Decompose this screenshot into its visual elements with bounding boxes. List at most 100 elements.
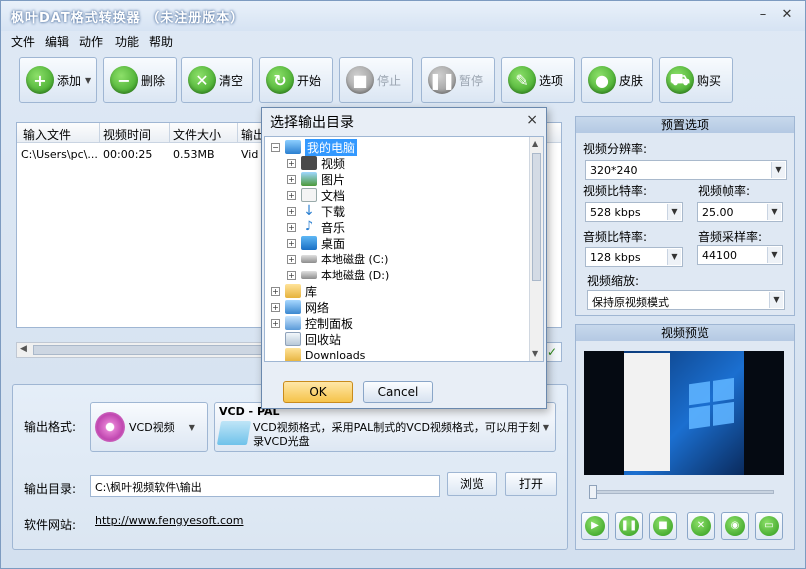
clear-button[interactable]: ✕ 清空 <box>181 57 253 103</box>
pause-icon: ❚❚ <box>619 516 639 536</box>
expand-icon[interactable]: + <box>287 238 296 248</box>
resolution-select[interactable]: 320*240 ▼ <box>585 160 787 180</box>
col-duration[interactable]: 视频时间 <box>103 126 151 143</box>
browse-button[interactable]: 浏览 <box>447 472 497 496</box>
audio-bitrate-select[interactable]: 128 kbps ▼ <box>585 247 683 267</box>
scale-select[interactable]: 保持原视频模式 ▼ <box>587 290 785 310</box>
menu-help[interactable]: 帮助 <box>149 33 173 50</box>
stop-preview-button[interactable]: ■ <box>649 512 677 540</box>
tree-node-control-panel[interactable]: + 控制面板 <box>271 315 353 331</box>
skin-button[interactable]: ● 皮肤 <box>581 57 653 103</box>
expand-icon[interactable]: + <box>287 158 296 168</box>
scale-label: 视频缩放: <box>587 274 640 288</box>
scroll-up-icon[interactable]: ▲ <box>532 139 538 148</box>
expand-icon[interactable]: + <box>287 174 296 184</box>
menu-file[interactable]: 文件 <box>11 33 35 50</box>
menu-action[interactable]: 动作 <box>79 33 103 50</box>
expand-icon[interactable]: + <box>287 190 296 200</box>
play-button[interactable]: ▶ <box>581 512 609 540</box>
collapse-icon[interactable]: − <box>271 142 280 152</box>
tree-node-drive-c[interactable]: + 本地磁盘 (C:) <box>287 251 388 267</box>
col-input-file[interactable]: 输入文件 <box>23 126 71 143</box>
tree-scroll-thumb[interactable] <box>532 153 541 281</box>
scroll-left-icon[interactable]: ◀ <box>20 344 27 354</box>
pause-button[interactable]: ❚❚ 暂停 <box>421 57 495 103</box>
video-bitrate-select[interactable]: 528 kbps ▼ <box>585 202 683 222</box>
sample-rate-value: 44100 <box>702 249 737 262</box>
cancel-button[interactable]: Cancel <box>363 381 433 403</box>
play-icon: ▶ <box>585 516 605 536</box>
tree-node-libraries[interactable]: + 库 <box>271 283 317 299</box>
snapshot-button[interactable]: ◉ <box>721 512 749 540</box>
cell-file[interactable]: C:\Users\pc\... <box>21 148 98 161</box>
tree-node-label: 库 <box>305 284 318 299</box>
ok-button[interactable]: OK <box>283 381 353 403</box>
tree-node-label: 音乐 <box>321 220 346 235</box>
tree-node-pictures[interactable]: + 图片 <box>287 171 345 187</box>
expand-icon[interactable]: + <box>271 286 280 296</box>
tree-vertical-scrollbar[interactable]: ▲ ▼ <box>529 137 543 361</box>
folder-button[interactable]: ▭ <box>755 512 783 540</box>
seek-knob[interactable] <box>589 485 597 499</box>
tree-node-documents[interactable]: + 文档 <box>287 187 345 203</box>
chevron-down-icon: ▼ <box>767 204 781 220</box>
tree-node-videos[interactable]: + 视频 <box>287 155 345 171</box>
seek-slider[interactable] <box>589 485 774 499</box>
scroll-down-icon[interactable]: ▼ <box>532 349 538 358</box>
delete-button[interactable]: − 删除 <box>103 57 177 103</box>
folder-tree[interactable]: − 我的电脑 + 视频 + 图片 + 文档 + ↓ 下载 + ♪ 音乐 + 桌面… <box>264 136 544 362</box>
menu-edit[interactable]: 编辑 <box>45 33 69 50</box>
fps-select[interactable]: 25.00 ▼ <box>697 202 783 222</box>
chevron-down-icon: ▼ <box>767 247 781 263</box>
output-dir-input[interactable]: C:\枫叶视频软件\输出 <box>90 475 440 497</box>
windows-logo-icon <box>689 377 735 430</box>
add-label: 添加 <box>57 73 82 88</box>
dropdown-arrow-icon[interactable]: ▼ <box>85 76 91 85</box>
tree-node-label: 下载 <box>321 204 346 219</box>
expand-icon[interactable]: + <box>287 270 296 280</box>
minimize-icon[interactable]: – <box>753 5 773 25</box>
start-button[interactable]: ↻ 开始 <box>259 57 333 103</box>
computer-icon <box>285 140 301 154</box>
menu-function[interactable]: 功能 <box>115 33 139 50</box>
expand-icon[interactable]: + <box>271 302 280 312</box>
video-bitrate-value: 528 kbps <box>590 206 641 219</box>
sample-rate-select[interactable]: 44100 ▼ <box>697 245 783 265</box>
cell-duration[interactable]: 00:00:25 <box>103 148 152 161</box>
format-description-select[interactable]: VCD - PAL VCD视频格式，采用PAL制式的VCD视频格式，可以用于刻录… <box>214 402 556 452</box>
buy-button[interactable]: ⛟ 购买 <box>659 57 733 103</box>
cell-size[interactable]: 0.53MB <box>173 148 215 161</box>
add-button[interactable]: + 添加 ▼ <box>19 57 97 103</box>
mute-button[interactable]: ✕ <box>687 512 715 540</box>
tools-icon: ✎ <box>508 66 536 94</box>
tree-node-computer[interactable]: − 我的电脑 <box>271 138 358 156</box>
col-divider <box>169 123 170 143</box>
close-icon[interactable]: × <box>526 112 538 128</box>
cell-output[interactable]: Vid <box>241 148 258 161</box>
expand-icon[interactable]: + <box>271 318 280 328</box>
recycle-bin-icon <box>285 332 301 346</box>
disc-icon <box>95 412 125 442</box>
tree-node-network[interactable]: + 网络 <box>271 299 329 315</box>
tree-node-recycle-bin[interactable]: 回收站 <box>285 331 341 347</box>
options-button[interactable]: ✎ 选项 <box>501 57 575 103</box>
video-bitrate-label: 视频比特率: <box>583 184 648 198</box>
pause-preview-button[interactable]: ❚❚ <box>615 512 643 540</box>
output-format-select[interactable]: VCD视频 ▼ <box>90 402 208 452</box>
col-size[interactable]: 文件大小 <box>173 126 221 143</box>
close-icon[interactable]: ✕ <box>777 5 797 25</box>
tree-node-label: 视频 <box>321 156 346 171</box>
chevron-down-icon: ▼ <box>667 204 681 220</box>
tree-node-desktop[interactable]: + 桌面 <box>287 235 345 251</box>
tree-node-music[interactable]: + ♪ 音乐 <box>287 219 345 235</box>
tree-node-downloads[interactable]: + ↓ 下载 <box>287 203 345 219</box>
expand-icon[interactable]: + <box>287 254 296 264</box>
stop-icon: ■ <box>346 66 374 94</box>
expand-icon[interactable]: + <box>287 222 296 232</box>
tree-node-drive-d[interactable]: + 本地磁盘 (D:) <box>287 267 389 283</box>
stop-button[interactable]: ■ 停止 <box>339 57 413 103</box>
website-link[interactable]: http://www.fengyesoft.com <box>95 514 244 527</box>
tree-node-downloads-folder[interactable]: Downloads <box>285 347 365 361</box>
open-button[interactable]: 打开 <box>505 472 557 496</box>
expand-icon[interactable]: + <box>287 206 296 216</box>
